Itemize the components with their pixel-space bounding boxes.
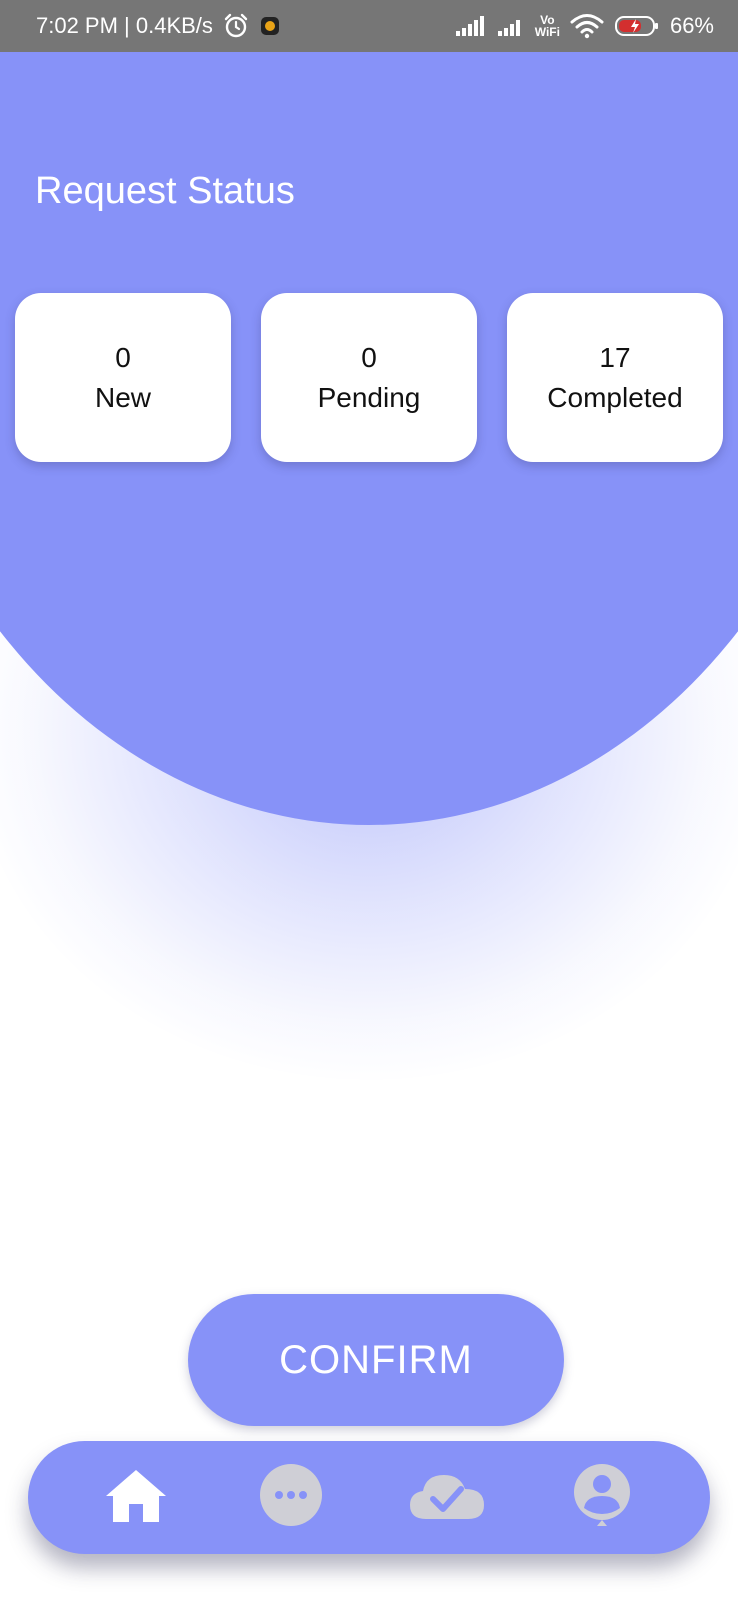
completed-count: 17 [599,341,631,373]
signal-icon [455,15,487,37]
pending-count: 0 [361,341,377,373]
status-bar: 7:02 PM | 0.4KB/s Vo WiFi 66% [0,0,738,52]
nav-cloud[interactable] [402,1453,492,1543]
completed-label: Completed [547,381,683,413]
alarm-icon [223,13,249,39]
status-time: 7:02 PM | 0.4KB/s [36,13,213,38]
wifi-icon [570,13,604,39]
more-dots-icon [259,1463,323,1532]
new-count: 0 [115,341,131,373]
nav-profile[interactable] [557,1453,647,1543]
profile-icon [572,1462,632,1533]
app-notification-icon [259,15,281,37]
nav-home[interactable] [91,1453,181,1543]
status-card-new[interactable]: 0 New [15,293,231,462]
page-title: Request Status [35,170,295,212]
battery-percent: 66% [669,13,714,38]
nav-more[interactable] [246,1453,336,1543]
bottom-nav [28,1441,710,1554]
signal-2-icon [497,15,525,37]
pending-label: Pending [317,381,421,413]
vowifi-indicator: Vo WiFi [535,14,560,38]
cloud-check-icon [408,1469,486,1526]
status-left: 7:02 PM | 0.4KB/s [36,13,281,39]
home-icon [104,1466,168,1529]
status-card-pending[interactable]: 0 Pending [261,293,477,462]
battery-icon [614,14,660,38]
new-label: New [94,381,151,413]
status-cards: 0 New 0 Pending 17 Completed [15,293,723,463]
vowifi-bottom: WiFi [534,25,560,39]
confirm-button[interactable]: CONFIRM [188,1294,564,1426]
status-right: Vo WiFi 66% [455,13,714,39]
app-screen: 7:02 PM | 0.4KB/s Vo WiFi 66% Request St… [0,0,738,1600]
status-card-completed[interactable]: 17 Completed [507,293,723,462]
